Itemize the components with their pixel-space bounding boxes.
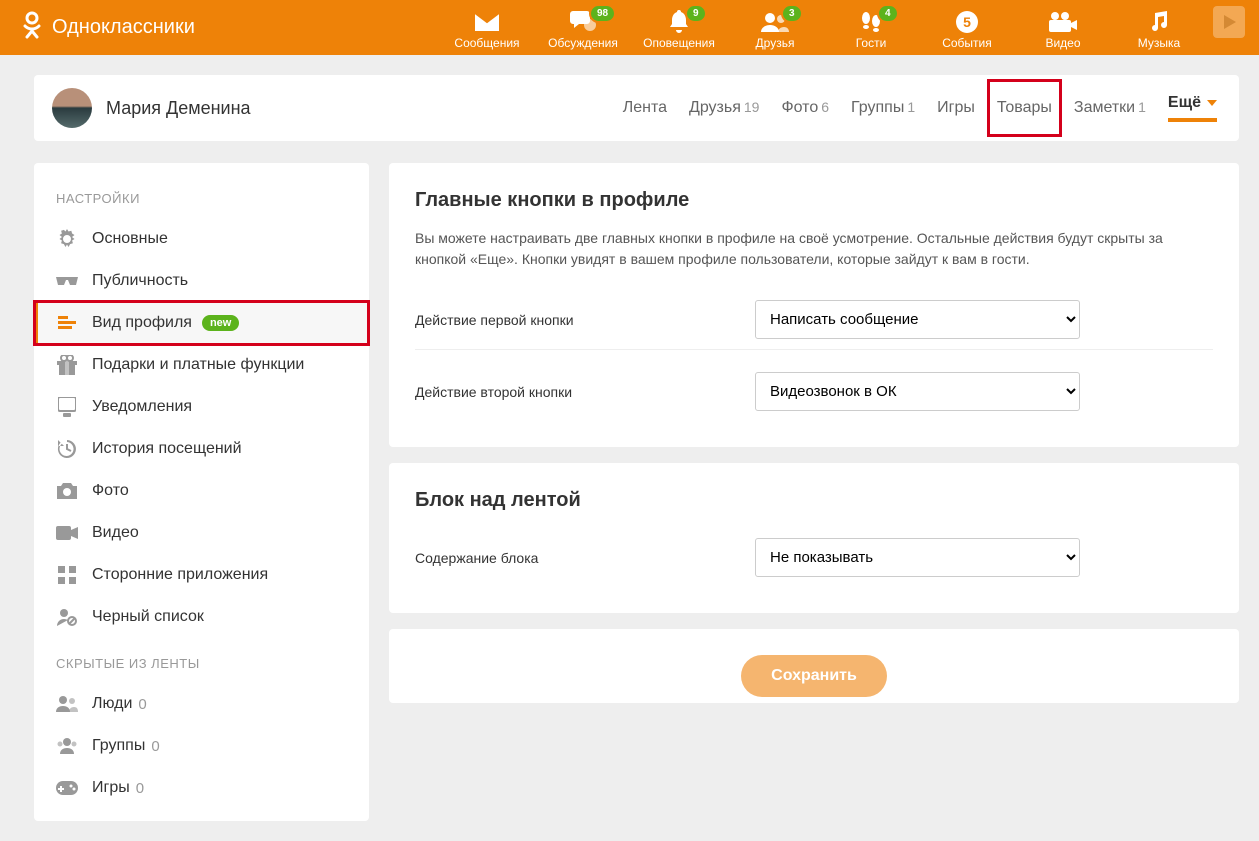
sidebar-item-hidden-groups[interactable]: Группы 0 xyxy=(34,725,369,767)
user-block-icon xyxy=(56,606,78,628)
block-content-select[interactable]: Не показывать xyxy=(755,538,1080,577)
people-icon xyxy=(56,693,78,715)
block-content-label: Содержание блока xyxy=(415,550,755,566)
avatar[interactable] xyxy=(52,88,92,128)
play-button[interactable] xyxy=(1213,6,1245,38)
apps-icon xyxy=(56,564,78,586)
panel-save: Сохранить xyxy=(389,629,1239,703)
user-name[interactable]: Мария Деменина xyxy=(106,98,251,119)
sidebar-item-photo[interactable]: Фото xyxy=(34,470,369,512)
ok-logo-icon xyxy=(20,11,44,44)
first-button-select[interactable]: Написать сообщение xyxy=(755,300,1080,339)
panel-main-buttons: Главные кнопки в профиле Вы можете настр… xyxy=(389,163,1239,447)
tab-groups[interactable]: Группы1 xyxy=(851,99,915,117)
tab-more[interactable]: Ещё xyxy=(1168,94,1217,122)
nav-notifications[interactable]: 9 Оповещения xyxy=(631,6,727,50)
logo[interactable]: Одноклассники xyxy=(20,11,195,44)
sidebar-item-blacklist[interactable]: Черный список xyxy=(34,596,369,638)
header: Одноклассники Сообщения 98 Обсуждения 9 … xyxy=(0,0,1259,55)
envelope-icon xyxy=(439,10,535,34)
sidebar-heading-settings: НАСТРОЙКИ xyxy=(34,183,369,218)
history-icon xyxy=(56,438,78,460)
new-badge: new xyxy=(202,315,239,331)
nav-music[interactable]: Музыка xyxy=(1111,6,1207,50)
brand-text: Одноклассники xyxy=(52,16,195,39)
video-camera-icon xyxy=(1015,10,1111,34)
chat-icon xyxy=(535,10,631,34)
svg-text:5: 5 xyxy=(963,14,971,30)
bell-icon xyxy=(631,10,727,34)
tab-friends[interactable]: Друзья19 xyxy=(689,99,759,117)
sidebar-item-gifts[interactable]: Подарки и платные функции xyxy=(34,344,369,386)
section-title: Главные кнопки в профиле xyxy=(415,189,1213,212)
main-content: Главные кнопки в профиле Вы можете настр… xyxy=(389,163,1239,703)
nav-messages[interactable]: Сообщения xyxy=(439,6,535,50)
footsteps-icon xyxy=(823,10,919,34)
friends-icon xyxy=(727,10,823,34)
glasses-icon xyxy=(56,270,78,292)
video-icon xyxy=(56,522,78,544)
nav-video[interactable]: Видео xyxy=(1015,6,1111,50)
gear-icon xyxy=(56,228,78,250)
second-button-select[interactable]: Видеозвонок в ОК xyxy=(755,372,1080,411)
sidebar-item-profile-view[interactable]: Вид профиля new xyxy=(34,302,369,344)
second-button-label: Действие второй кнопки xyxy=(415,384,755,400)
save-button[interactable]: Сохранить xyxy=(741,655,887,697)
layout-icon xyxy=(56,312,78,334)
settings-sidebar: НАСТРОЙКИ Основные Публичность Вид профи… xyxy=(34,163,369,821)
group-icon xyxy=(56,735,78,757)
top-nav: Сообщения 98 Обсуждения 9 Оповещения 3 Д… xyxy=(439,6,1245,50)
nav-events[interactable]: 5 События xyxy=(919,6,1015,50)
section-description: Вы можете настраивать две главных кнопки… xyxy=(415,228,1213,270)
tab-games[interactable]: Игры xyxy=(937,99,975,117)
panel-feed-block: Блок над лентой Содержание блока Не пока… xyxy=(389,463,1239,613)
gamepad-icon xyxy=(56,777,78,799)
sidebar-item-history[interactable]: История посещений xyxy=(34,428,369,470)
tab-products[interactable]: Товары xyxy=(997,99,1052,117)
tab-notes[interactable]: Заметки1 xyxy=(1074,99,1146,117)
gift-icon xyxy=(56,354,78,376)
section-title: Блок над лентой xyxy=(415,489,1213,512)
nav-discussions[interactable]: 98 Обсуждения xyxy=(535,6,631,50)
tab-feed[interactable]: Лента xyxy=(623,99,667,117)
sidebar-item-video[interactable]: Видео xyxy=(34,512,369,554)
sidebar-item-hidden-people[interactable]: Люди 0 xyxy=(34,683,369,725)
sidebar-item-notifications[interactable]: Уведомления xyxy=(34,386,369,428)
sidebar-item-apps[interactable]: Сторонние приложения xyxy=(34,554,369,596)
camera-icon xyxy=(56,480,78,502)
device-icon xyxy=(56,396,78,418)
first-button-label: Действие первой кнопки xyxy=(415,312,755,328)
nav-friends[interactable]: 3 Друзья xyxy=(727,6,823,50)
ruble-circle-icon: 5 xyxy=(919,10,1015,34)
sidebar-heading-hidden: СКРЫТЫЕ ИЗ ЛЕНТЫ xyxy=(34,638,369,683)
tab-photo[interactable]: Фото6 xyxy=(781,99,829,117)
nav-guests[interactable]: 4 Гости xyxy=(823,6,919,50)
profile-bar: Мария Деменина Лента Друзья19 Фото6 Груп… xyxy=(34,75,1239,141)
music-note-icon xyxy=(1111,10,1207,34)
chevron-down-icon xyxy=(1207,100,1217,106)
profile-tabs: Лента Друзья19 Фото6 Группы1 Игры Товары… xyxy=(623,94,1217,122)
sidebar-item-basic[interactable]: Основные xyxy=(34,218,369,260)
sidebar-item-privacy[interactable]: Публичность xyxy=(34,260,369,302)
sidebar-item-hidden-games[interactable]: Игры 0 xyxy=(34,767,369,809)
